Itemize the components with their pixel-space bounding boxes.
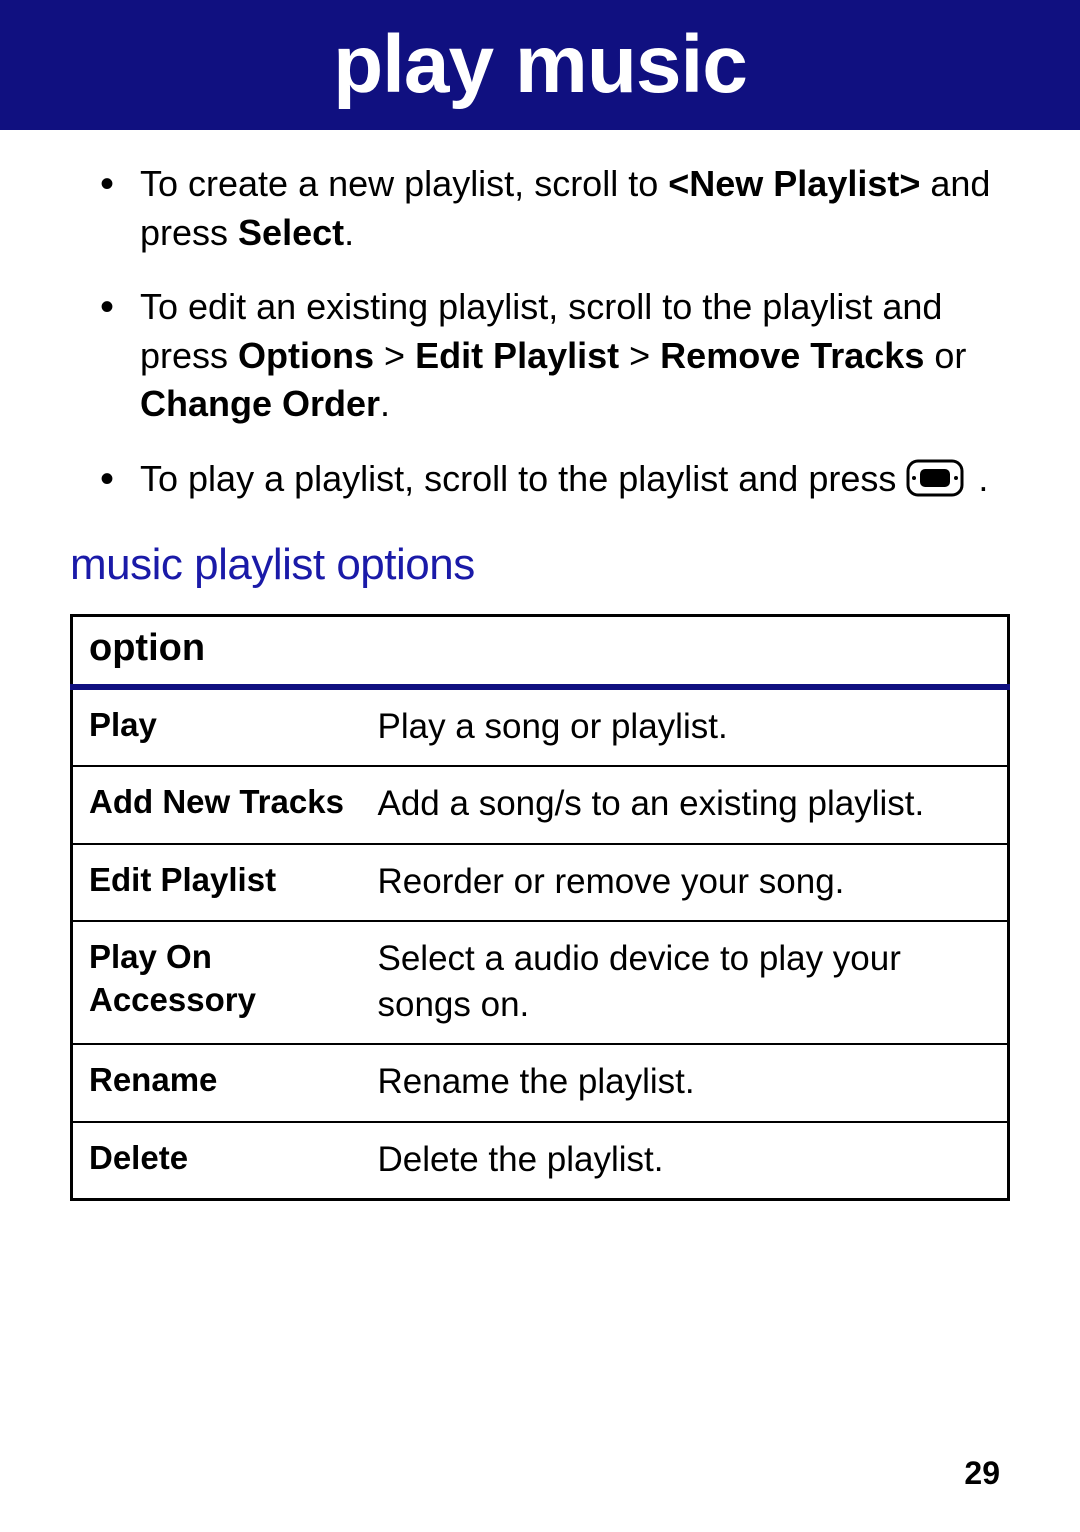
option-name: Add New Tracks (72, 766, 362, 844)
table-row: Delete Delete the playlist. (72, 1122, 1009, 1200)
option-name: Play On Accessory (72, 921, 362, 1044)
instruction-list: To create a new playlist, scroll to <New… (70, 160, 1010, 510)
page-content: To create a new playlist, scroll to <New… (0, 130, 1080, 1201)
option-desc: Delete the playlist. (362, 1122, 1009, 1200)
ui-label: Remove Tracks (660, 335, 924, 376)
text: > (619, 335, 660, 376)
text: To create a new playlist, scroll to (140, 163, 668, 204)
table-header-row: option (72, 615, 1009, 687)
ui-label: Change Order (140, 383, 380, 424)
option-name: Play (72, 687, 362, 767)
ui-label: <New Playlist> (668, 163, 920, 204)
option-name: Edit Playlist (72, 844, 362, 922)
options-table: option Play Play a song or playlist. Add… (70, 614, 1010, 1202)
table-row: Add New Tracks Add a song/s to an existi… (72, 766, 1009, 844)
table-row: Play Play a song or playlist. (72, 687, 1009, 767)
ui-label: Select (238, 212, 344, 253)
option-desc: Add a song/s to an existing playlist. (362, 766, 1009, 844)
text: . (344, 212, 354, 253)
page-title: play music (333, 18, 747, 112)
select-key-icon (906, 459, 964, 510)
option-desc: Play a song or playlist. (362, 687, 1009, 767)
option-desc: Rename the playlist. (362, 1044, 1009, 1122)
text: . (968, 458, 988, 499)
section-heading: music playlist options (70, 540, 1010, 590)
ui-label: Edit Playlist (415, 335, 619, 376)
table-header-cell: option (72, 615, 1009, 687)
instruction-item: To play a playlist, scroll to the playli… (70, 455, 1010, 510)
option-desc: Select a audio device to play your songs… (362, 921, 1009, 1044)
text: . (380, 383, 390, 424)
page-number: 29 (964, 1455, 1000, 1492)
instruction-item: To edit an existing playlist, scroll to … (70, 283, 1010, 429)
text: To play a playlist, scroll to the playli… (140, 458, 906, 499)
option-name: Rename (72, 1044, 362, 1122)
table-row: Play On Accessory Select a audio device … (72, 921, 1009, 1044)
page-header-band: play music (0, 0, 1080, 130)
table-row: Rename Rename the playlist. (72, 1044, 1009, 1122)
text: > (374, 335, 415, 376)
option-desc: Reorder or remove your song. (362, 844, 1009, 922)
table-row: Edit Playlist Reorder or remove your son… (72, 844, 1009, 922)
text: or (924, 335, 966, 376)
option-name: Delete (72, 1122, 362, 1200)
instruction-item: To create a new playlist, scroll to <New… (70, 160, 1010, 257)
ui-label: Options (238, 335, 374, 376)
